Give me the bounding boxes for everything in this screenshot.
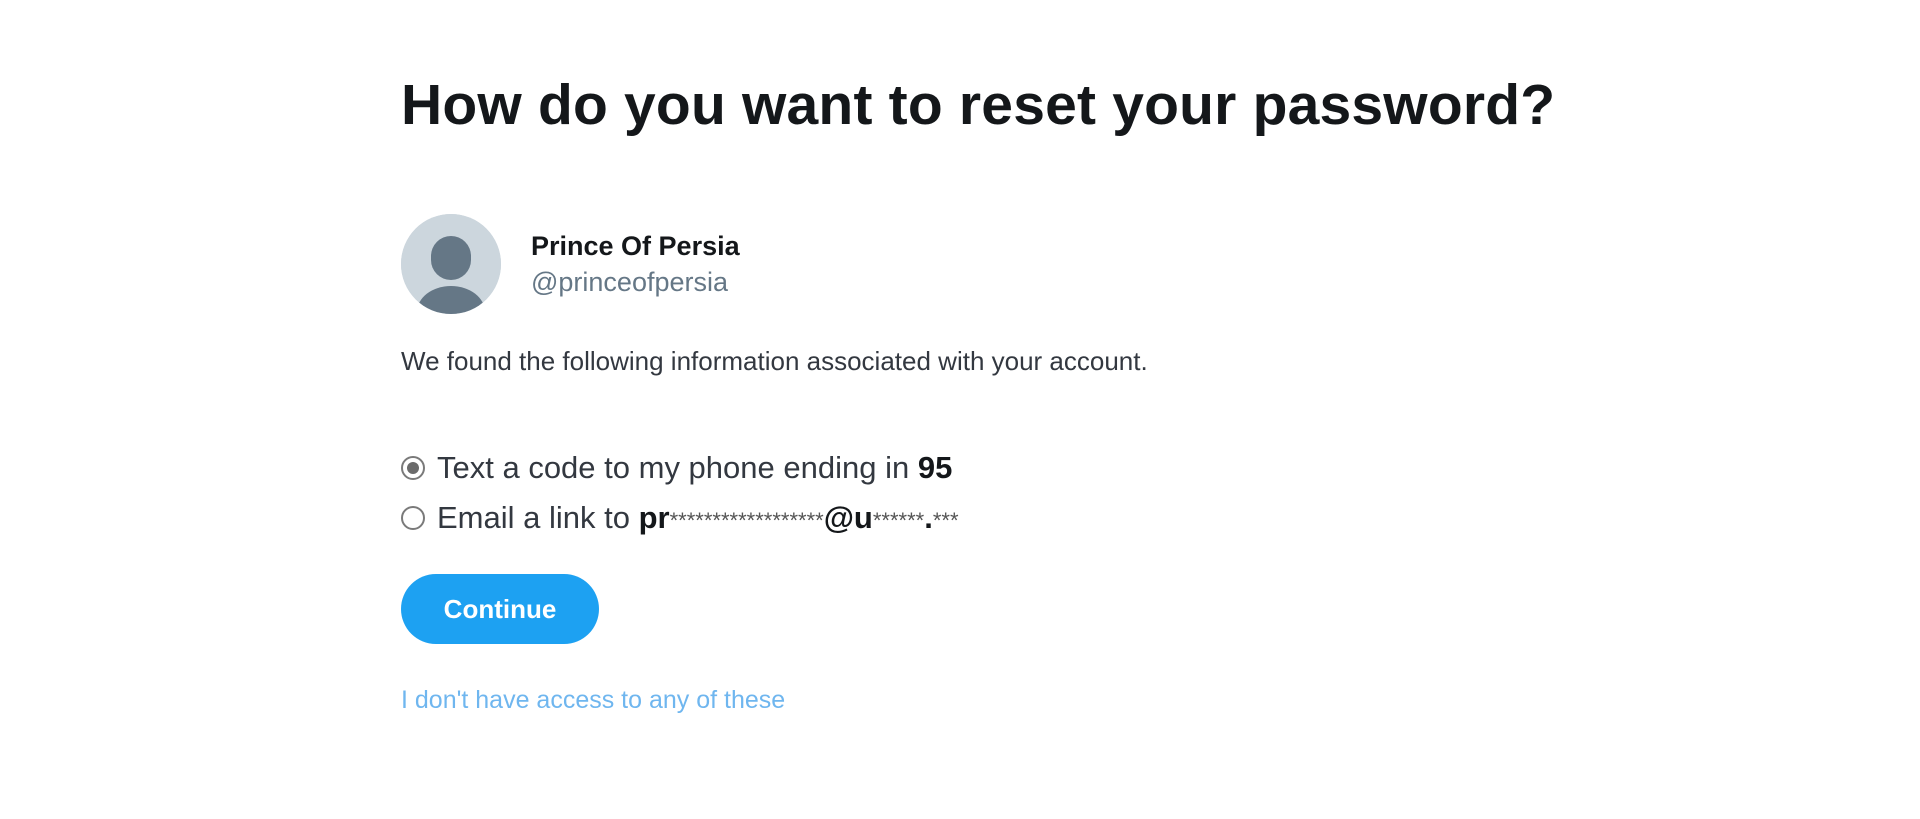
option-email-link[interactable]: Email a link to pr******************@u**… bbox=[401, 493, 959, 543]
option-email-link-label: Email a link to pr******************@u**… bbox=[437, 500, 959, 535]
found-info-text: We found the following information assoc… bbox=[401, 346, 1148, 376]
continue-button[interactable]: Continue bbox=[401, 574, 599, 644]
option-text-code[interactable]: Text a code to my phone ending in 95 bbox=[401, 443, 959, 493]
no-access-link[interactable]: I don't have access to any of these bbox=[401, 686, 785, 715]
account-handle: @princeofpersia bbox=[531, 267, 729, 297]
radio-email-link[interactable] bbox=[401, 506, 425, 530]
page-title: How do you want to reset your password? bbox=[401, 73, 1556, 137]
account-info: Prince Of Persia @princeofpersia bbox=[531, 228, 740, 300]
account-name: Prince Of Persia bbox=[531, 231, 740, 261]
option-text-code-label: Text a code to my phone ending in 95 bbox=[437, 450, 953, 485]
reset-method-options: Text a code to my phone ending in 95 Ema… bbox=[401, 443, 959, 543]
default-avatar-icon bbox=[401, 214, 501, 314]
radio-text-code[interactable] bbox=[401, 456, 425, 480]
account-card: Prince Of Persia @princeofpersia bbox=[401, 214, 740, 314]
reset-password-page: How do you want to reset your password? … bbox=[0, 0, 1920, 819]
